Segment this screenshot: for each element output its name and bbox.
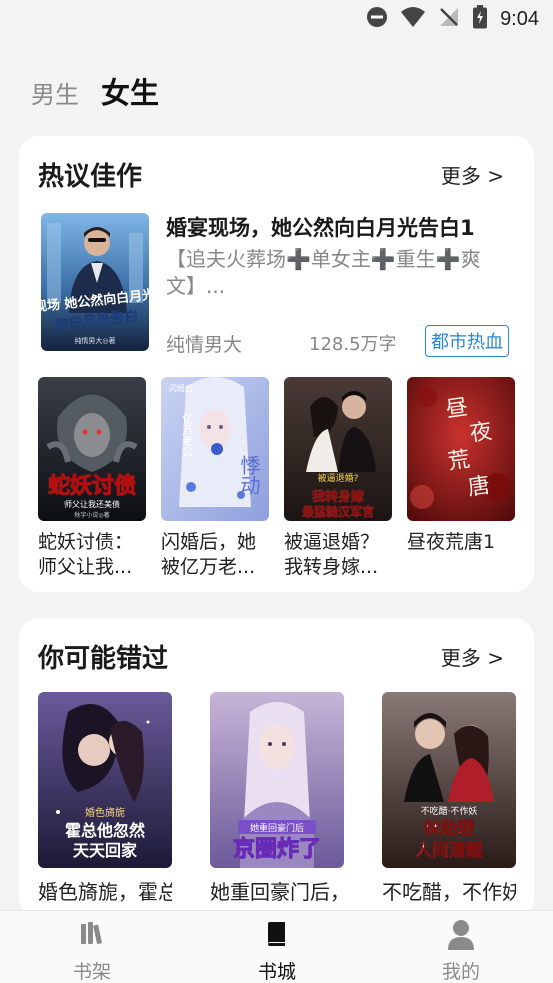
- featured-book-author: 纯情男大: [166, 334, 243, 356]
- svg-text:人间清醒: 人间清醒: [415, 840, 483, 861]
- book-cover[interactable]: 不吃醋·不作妖 林助理 人间清醒: [382, 692, 516, 868]
- book-title: 昼夜荒唐1: [407, 531, 496, 553]
- bottom-nav: 书架 书城 我的: [0, 910, 553, 983]
- nav-bookshelf[interactable]: 书架: [42, 919, 142, 983]
- nav-label: 书城: [257, 961, 296, 983]
- svg-text:唐: 唐: [466, 473, 491, 501]
- more-link[interactable]: 更多 >: [441, 642, 504, 671]
- book-item[interactable]: 昼 夜 荒 唐 昼夜荒唐1: [407, 377, 515, 580]
- book-title: 不吃醋，不作妖，林助理人间清醒: [382, 880, 516, 904]
- do-not-disturb-icon: [366, 6, 388, 32]
- book-cover[interactable]: 被逼退婚? 我转身嫁 最猛糙汉军官: [284, 377, 392, 521]
- featured-book-title[interactable]: 婚宴现场，她公然向白月光告白1: [166, 212, 516, 242]
- book-item[interactable]: 不吃醋·不作妖 林助理 人间清醒 不吃醋，不作妖，林助理人间清醒: [382, 692, 516, 905]
- svg-text:昼: 昼: [444, 395, 469, 423]
- svg-text:蛇妖讨债: 蛇妖讨债: [48, 473, 136, 499]
- section-title: 热议佳作: [38, 162, 143, 192]
- no-signal-icon: [438, 6, 460, 32]
- book-cover[interactable]: 闪婚后 亿万老公 悸动: [161, 377, 269, 521]
- genre-tag[interactable]: 都市热血: [425, 325, 509, 357]
- featured-word-count: 128.5万字: [309, 334, 397, 355]
- cover-author-text: 纯情男大◎著: [74, 336, 115, 345]
- svg-text:我转身嫁: 我转身嫁: [312, 489, 364, 505]
- book-item[interactable]: 闪婚后 亿万老公 悸动 闪婚后，她被亿万老...: [161, 377, 269, 580]
- battery-icon: [472, 5, 488, 33]
- svg-text:亿万老公: 亿万老公: [181, 413, 194, 457]
- book-item[interactable]: 蛇妖讨债 师父让我还美债 秋宇小说◎著 蛇妖讨债：师父让我...: [38, 377, 146, 580]
- nav-label: 我的: [441, 961, 480, 983]
- nav-bookstore[interactable]: 书城: [227, 919, 327, 983]
- svg-text:婚色旖旎: 婚色旖旎: [85, 806, 125, 819]
- book-item[interactable]: 她重回豪门后 京圈炸了 她重回豪门后，京圈炸了: [210, 692, 344, 905]
- svg-text:荒: 荒: [446, 447, 471, 475]
- svg-text:霍总他忽然: 霍总他忽然: [65, 821, 145, 840]
- tab-male[interactable]: 男生: [31, 75, 79, 110]
- book-title: 她重回豪门后，京圈炸了: [210, 880, 344, 904]
- svg-text:京圈炸了: 京圈炸了: [233, 836, 321, 862]
- missed-section-card: 你可能错过 更多 > 婚色旖旎 霍总他忽然 天天回家 婚色旖旎，霍总他忽然天天回…: [19, 618, 534, 918]
- book-title: 闪婚后，她被亿万老...: [161, 531, 257, 578]
- book-cover[interactable]: 她重回豪门后 京圈炸了: [210, 692, 344, 868]
- svg-text:闪婚后: 闪婚后: [169, 383, 193, 393]
- status-bar: 9:04: [0, 0, 553, 40]
- wifi-icon: [400, 6, 426, 32]
- book-title: 蛇妖讨债：师父让我...: [38, 531, 134, 578]
- book-title: 婚色旖旎，霍总他忽然天天回家: [38, 880, 172, 904]
- more-link[interactable]: 更多 >: [441, 160, 504, 189]
- book-cover[interactable]: 昼 夜 荒 唐: [407, 377, 515, 521]
- svg-text:天天回家: 天天回家: [73, 841, 138, 860]
- svg-text:她重回豪门后: 她重回豪门后: [250, 822, 304, 834]
- person-icon: [411, 919, 511, 950]
- bookshelf-icon: [42, 919, 142, 949]
- svg-text:林助理: 林助理: [424, 818, 475, 839]
- book-item[interactable]: 婚色旖旎 霍总他忽然 天天回家 婚色旖旎，霍总他忽然天天回家: [38, 692, 172, 905]
- book-item[interactable]: 被逼退婚? 我转身嫁 最猛糙汉军官 被逼退婚？我转身嫁...: [284, 377, 392, 580]
- book-cover[interactable]: 蛇妖讨债 师父让我还美债 秋宇小说◎著: [38, 377, 146, 521]
- svg-text:被逼退婚?: 被逼退婚?: [318, 472, 359, 484]
- book-cover[interactable]: 婚宴现场 她公然向白月光告白 向白月光告白 纯情男大◎著: [41, 213, 149, 351]
- book-icon: [227, 919, 327, 949]
- nav-label: 书架: [72, 961, 111, 983]
- svg-text:不吃醋·不作妖: 不吃醋·不作妖: [421, 805, 478, 817]
- tab-female[interactable]: 女生: [101, 70, 159, 112]
- svg-text:最猛糙汉军官: 最猛糙汉军官: [302, 504, 374, 519]
- section-title: 你可能错过: [38, 644, 169, 674]
- nav-profile[interactable]: 我的: [411, 919, 511, 983]
- book-title: 被逼退婚？我转身嫁...: [284, 531, 380, 578]
- featured-book-description: 【追夫火葬场➕单女主➕重生➕爽文】...: [166, 247, 481, 298]
- svg-text:秋宇小说◎著: 秋宇小说◎著: [74, 511, 109, 519]
- svg-text:悸动: 悸动: [237, 455, 261, 495]
- book-cover[interactable]: 婚色旖旎 霍总他忽然 天天回家: [38, 692, 172, 868]
- gender-tabs: 男生 女生: [31, 70, 159, 112]
- svg-text:夜: 夜: [468, 419, 493, 447]
- hot-section-card: 热议佳作 更多 > 婚宴现场 她公然向白月光告白 向白月光告白 纯情男大◎著 婚…: [19, 136, 534, 592]
- status-time: 9:04: [500, 7, 539, 30]
- svg-text:师父让我还美债: 师父让我还美债: [64, 499, 120, 509]
